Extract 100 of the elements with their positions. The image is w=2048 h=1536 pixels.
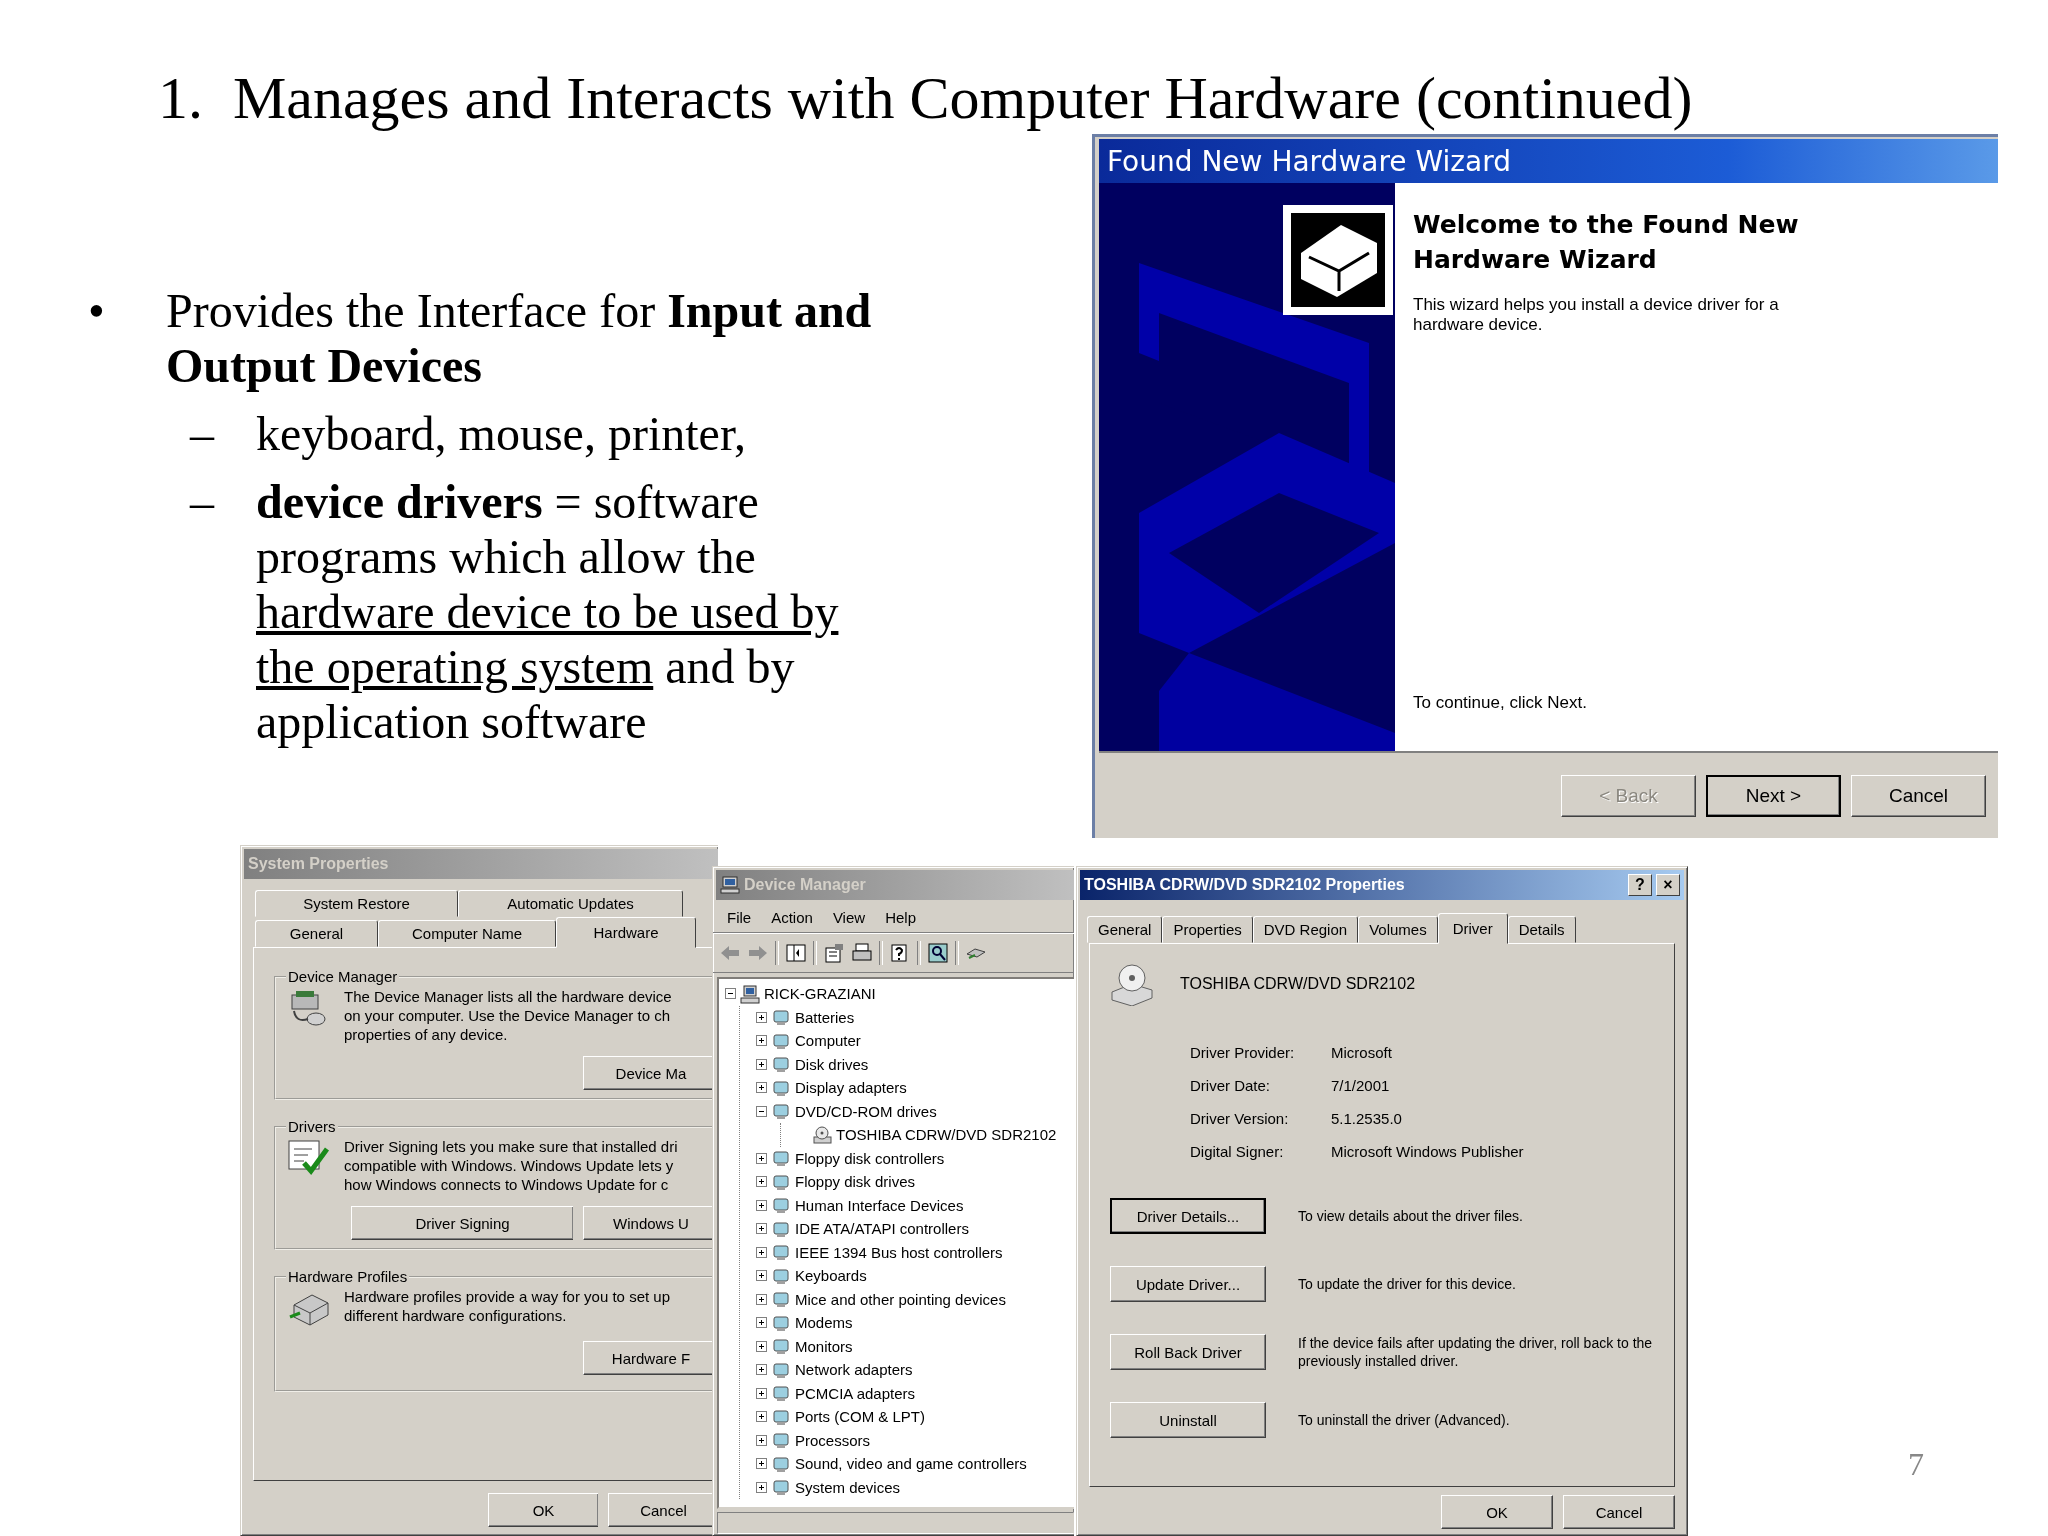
button[interactable]: Driver Signing bbox=[351, 1206, 573, 1240]
tree-item[interactable]: Keyboards bbox=[795, 1267, 867, 1285]
disc-drive-icon bbox=[812, 1124, 832, 1145]
expander-icon[interactable] bbox=[756, 1035, 767, 1047]
button[interactable]: Uninstall bbox=[1110, 1402, 1266, 1438]
action-description: To view details about the driver files. bbox=[1298, 1207, 1524, 1225]
tab[interactable]: System Restore bbox=[255, 890, 458, 917]
action-description: If the device fails after updating the driver, roll back to the previously installed driver. bbox=[1298, 1334, 1654, 1370]
device-icon bbox=[771, 1242, 791, 1263]
tree-item[interactable]: Modems bbox=[795, 1314, 853, 1332]
tab[interactable]: Volumes bbox=[1358, 916, 1438, 943]
button[interactable]: Driver Details... bbox=[1110, 1198, 1266, 1234]
button[interactable]: OK bbox=[488, 1493, 598, 1527]
expander-icon[interactable] bbox=[756, 1105, 767, 1117]
tree-item[interactable]: Monitors bbox=[795, 1337, 853, 1355]
expander-icon[interactable] bbox=[756, 1270, 767, 1282]
bullet-marker: • bbox=[88, 283, 106, 339]
tree-item[interactable]: Ports (COM & LPT) bbox=[795, 1408, 925, 1426]
expander-icon[interactable] bbox=[725, 988, 736, 1000]
tree-item[interactable]: Batteries bbox=[795, 1008, 855, 1026]
tree-item[interactable]: Network adapters bbox=[795, 1361, 913, 1379]
bullet-text: device drivers = software programs which allow the hardware device to be used by the operating system and by application software bbox=[256, 474, 840, 749]
expander-icon[interactable] bbox=[756, 1293, 767, 1305]
expander-icon[interactable] bbox=[756, 1152, 767, 1164]
tree-item[interactable]: Computer bbox=[795, 1032, 861, 1050]
button[interactable]: Cancel bbox=[1851, 775, 1986, 817]
tab[interactable]: Driver bbox=[1437, 913, 1508, 944]
menu-item[interactable]: Help bbox=[875, 905, 926, 930]
expander-icon[interactable] bbox=[756, 1458, 767, 1470]
menu-item[interactable]: Action bbox=[761, 905, 823, 930]
expander-icon[interactable] bbox=[756, 1176, 767, 1188]
group-title: Device Manager bbox=[287, 968, 399, 985]
tree-item[interactable]: PCMCIA adapters bbox=[795, 1384, 916, 1402]
expander-icon[interactable] bbox=[756, 1364, 767, 1376]
tab[interactable]: Properties bbox=[1162, 916, 1253, 943]
expander-icon[interactable] bbox=[756, 1387, 767, 1399]
help-button[interactable]: ? bbox=[1628, 874, 1652, 896]
button[interactable]: Cancel bbox=[1563, 1495, 1675, 1529]
device-icon bbox=[771, 1007, 791, 1028]
device-name: TOSHIBA CDRW/DVD SDR2102 bbox=[1180, 975, 1416, 993]
tree-item[interactable]: Floppy disk drives bbox=[795, 1173, 916, 1191]
expander-icon[interactable] bbox=[756, 1411, 767, 1423]
tab[interactable]: General bbox=[1087, 916, 1163, 943]
expander-icon[interactable] bbox=[756, 1082, 767, 1094]
tab[interactable]: General bbox=[255, 920, 378, 947]
button[interactable]: Next > bbox=[1706, 775, 1841, 817]
group-description: The Device Manager lists all the hardware device on your computer. Use the Device Manager to ch properties of any device. bbox=[344, 987, 672, 1044]
tree-item[interactable]: System devices bbox=[795, 1478, 901, 1496]
tab[interactable]: Computer Name bbox=[378, 920, 556, 947]
page-number: 7 bbox=[1908, 1446, 1924, 1483]
tree-item[interactable]: Floppy disk controllers bbox=[795, 1149, 945, 1167]
tree-item[interactable]: IDE ATA/ATAPI controllers bbox=[795, 1220, 969, 1238]
tree-item[interactable]: Processors bbox=[795, 1431, 871, 1449]
device-icon bbox=[771, 1148, 791, 1169]
device-icon bbox=[771, 1477, 791, 1498]
tree-item[interactable]: TOSHIBA CDRW/DVD SDR2102 bbox=[836, 1126, 1057, 1144]
group-description: Hardware profiles provide a way for you to set up different hardware configurations. bbox=[344, 1287, 670, 1326]
tree-item[interactable]: Human Interface Devices bbox=[795, 1196, 964, 1214]
button[interactable]: Update Driver... bbox=[1110, 1266, 1266, 1302]
device-icon bbox=[771, 1430, 791, 1451]
device-icon bbox=[771, 1383, 791, 1404]
expander-icon[interactable] bbox=[756, 1340, 767, 1352]
scan-hardware-icon[interactable] bbox=[927, 942, 949, 964]
tree-item[interactable]: Disk drives bbox=[795, 1055, 869, 1073]
expander-icon[interactable] bbox=[756, 1058, 767, 1070]
tree-item[interactable]: DVD/CD-ROM drives bbox=[795, 1102, 937, 1120]
disc-drive-icon bbox=[1110, 962, 1154, 1006]
expander-icon[interactable] bbox=[756, 1481, 767, 1493]
tree-item[interactable]: Mice and other pointing devices bbox=[795, 1290, 1006, 1308]
action-description: To uninstall the driver (Advanced). bbox=[1298, 1411, 1511, 1429]
tab[interactable]: Automatic Updates bbox=[458, 890, 683, 917]
device-icon bbox=[771, 1195, 791, 1216]
tab[interactable]: Hardware bbox=[556, 917, 696, 948]
field-value: 7/1/2001 bbox=[1331, 1077, 1391, 1094]
slide-title: 1. Manages and Interacts with Computer Hardware (continued) bbox=[157, 64, 1694, 133]
field-value: Microsoft bbox=[1331, 1044, 1393, 1061]
group-title: Drivers bbox=[287, 1118, 337, 1135]
expander-icon[interactable] bbox=[756, 1317, 767, 1329]
field-label: Driver Provider: bbox=[1190, 1044, 1296, 1061]
expander-icon[interactable] bbox=[756, 1199, 767, 1211]
expander-icon[interactable] bbox=[756, 1246, 767, 1258]
tree-item[interactable]: Sound, video and game controllers bbox=[795, 1455, 1027, 1473]
tab[interactable]: Details bbox=[1507, 916, 1576, 943]
tree-item[interactable]: Display adapters bbox=[795, 1079, 907, 1097]
button[interactable]: OK bbox=[1441, 1495, 1553, 1529]
tree-item[interactable]: RICK-GRAZIANI bbox=[764, 985, 876, 1003]
menu-item[interactable]: View bbox=[822, 905, 876, 930]
tree-item[interactable]: IEEE 1394 Bus host controllers bbox=[795, 1243, 1003, 1261]
pane-icon[interactable] bbox=[785, 942, 807, 964]
device-icon bbox=[771, 1336, 791, 1357]
group-description: Driver Signing lets you make sure that installed dri compatible with Windows. Windows Update lets y how Windows connects to Windows Update for c bbox=[344, 1137, 678, 1194]
printer-icon[interactable] bbox=[851, 942, 873, 964]
expander-icon[interactable] bbox=[756, 1223, 767, 1235]
button[interactable]: Roll Back Driver bbox=[1110, 1334, 1266, 1370]
tab[interactable]: DVD Region bbox=[1252, 916, 1359, 943]
expander-icon[interactable] bbox=[756, 1011, 767, 1023]
expander-icon[interactable] bbox=[756, 1434, 767, 1446]
properties-icon[interactable] bbox=[823, 942, 845, 964]
menu-item[interactable]: File bbox=[717, 905, 762, 930]
close-button[interactable]: × bbox=[1656, 874, 1680, 896]
